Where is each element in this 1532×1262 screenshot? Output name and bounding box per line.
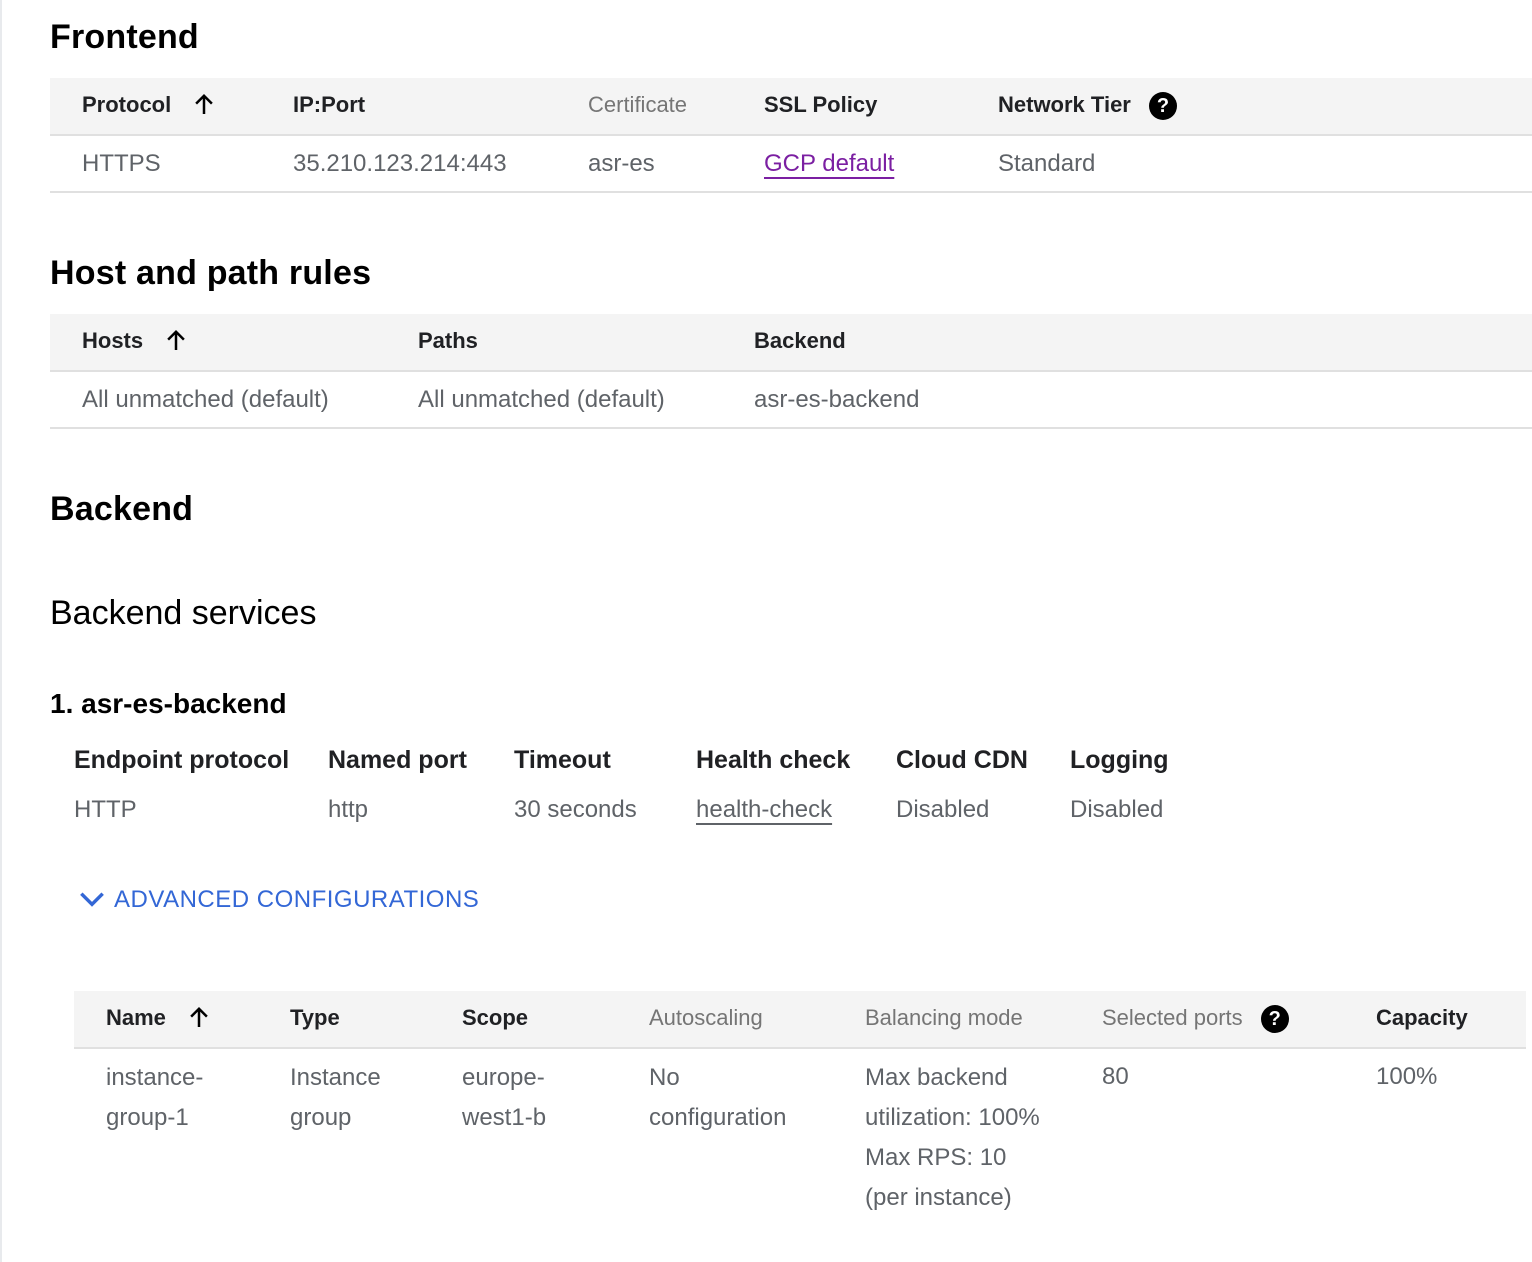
arrow-up-icon (167, 330, 185, 351)
value-named-port: http (328, 796, 369, 823)
col-hosts[interactable]: Hosts (82, 328, 191, 355)
label-health-check: Health check (696, 746, 851, 774)
ssl-policy-link[interactable]: GCP default (764, 150, 894, 178)
col-autoscaling: Autoscaling (649, 1005, 763, 1030)
advanced-configurations-label: ADVANCED CONFIGURATIONS (114, 886, 480, 913)
help-icon[interactable]: ? (1148, 92, 1177, 121)
col-name-label: Name (106, 1005, 166, 1030)
label-cloud-cdn: Cloud CDN (896, 746, 1028, 774)
label-logging: Logging (1070, 746, 1169, 774)
col-network-tier-label: Network Tier (998, 92, 1131, 117)
label-endpoint-protocol: Endpoint protocol (74, 746, 290, 774)
instance-capacity: 100% (1376, 1063, 1438, 1090)
arrow-up-icon (190, 1007, 208, 1028)
col-type: Type (290, 1005, 340, 1030)
frontend-title: Frontend (50, 18, 199, 56)
col-protocol[interactable]: Protocol (82, 92, 219, 119)
col-backend: Backend (754, 328, 846, 353)
host-rules-backend: asr-es-backend (754, 386, 920, 413)
value-cloud-cdn: Disabled (896, 796, 990, 823)
col-selected-ports: Selected ports ? (1102, 1005, 1289, 1034)
instance-autoscaling: No configuration (649, 1064, 787, 1131)
host-rules-paths: All unmatched (default) (418, 386, 665, 413)
help-icon[interactable]: ? (1260, 1005, 1289, 1034)
label-timeout: Timeout (514, 746, 611, 774)
instance-name: instance-group-1 (106, 1064, 204, 1131)
col-protocol-label: Protocol (82, 92, 172, 117)
backend-title: Backend (50, 490, 194, 528)
value-timeout: 30 seconds (514, 796, 637, 823)
col-network-tier: Network Tier ? (998, 92, 1177, 121)
col-capacity: Capacity (1376, 1005, 1468, 1030)
instance-scope: europe-west1-b (462, 1064, 547, 1131)
frontend-ip-port: 35.210.123.214:443 (293, 150, 507, 177)
frontend-network-tier: Standard (998, 150, 1096, 177)
instance-selected-ports: 80 (1102, 1063, 1129, 1090)
chevron-down-icon (80, 892, 104, 907)
col-ssl-policy: SSL Policy (764, 92, 878, 117)
value-logging: Disabled (1070, 796, 1164, 823)
service-name: 1. asr-es-backend (50, 688, 287, 719)
health-check-link[interactable]: health-check (696, 796, 832, 824)
instance-balancing-mode: Max backend utilization: 100% Max RPS: 1… (865, 1064, 1040, 1211)
advanced-configurations-toggle[interactable]: ADVANCED CONFIGURATIONS (76, 886, 479, 915)
frontend-certificate: asr-es (588, 150, 655, 177)
col-hosts-label: Hosts (82, 328, 144, 353)
col-ipport: IP:Port (293, 92, 366, 117)
col-certificate: Certificate (588, 92, 688, 117)
col-selected-ports-label: Selected ports (1102, 1005, 1243, 1030)
col-paths: Paths (418, 328, 478, 353)
left-border (0, 0, 2, 1262)
value-endpoint-protocol: HTTP (74, 796, 137, 823)
host-rules-title: Host and path rules (50, 254, 372, 292)
instance-type: Instance group (290, 1064, 381, 1131)
col-name[interactable]: Name (106, 1005, 214, 1032)
host-rules-hosts: All unmatched (default) (82, 386, 329, 413)
frontend-protocol: HTTPS (82, 150, 161, 177)
col-scope: Scope (462, 1005, 529, 1030)
label-named-port: Named port (328, 746, 467, 774)
arrow-up-icon (195, 94, 214, 115)
col-balancing-mode: Balancing mode (865, 1005, 1023, 1030)
backend-services-title: Backend services (50, 594, 317, 632)
